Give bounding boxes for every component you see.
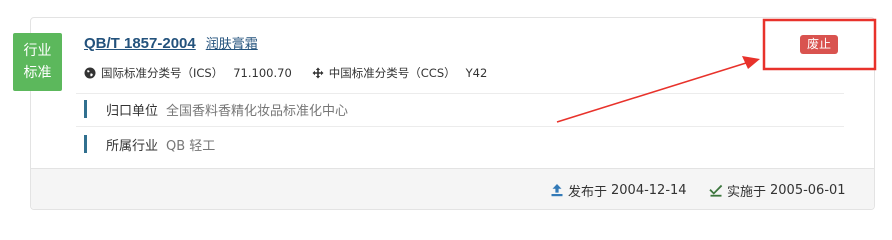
- status-badge-abolished: 废止: [800, 35, 839, 54]
- info-row-responsible-unit: 归口单位 全国香料香精化妆品标准化中心: [84, 99, 348, 119]
- badge-line-1: 行业: [23, 43, 52, 59]
- divider: [76, 126, 844, 127]
- info-accent-bar: [84, 100, 87, 118]
- standard-result-page: 行业 标准 QB/T 1857-2004 润肤膏霜 国际标准分类号（ICS） 7…: [0, 0, 892, 223]
- badge-line-2: 标准: [23, 65, 52, 81]
- standard-name-link[interactable]: 润肤膏霜: [206, 33, 258, 52]
- responsible-unit-value: 全国香料香精化妆品标准化中心: [166, 103, 349, 119]
- industry-label: 所属行业: [106, 138, 159, 154]
- move-arrows-icon: [312, 67, 324, 79]
- publish-date: 发布于 2004-12-14: [550, 180, 687, 200]
- divider: [76, 93, 844, 94]
- ics-value: 71.100.70: [233, 66, 292, 80]
- ics-label: 国际标准分类号（ICS）: [101, 66, 224, 80]
- industry-value: QB 轻工: [166, 138, 216, 154]
- ccs-value: Y42: [465, 66, 488, 80]
- check-icon: [709, 184, 723, 197]
- implement-label: 实施于: [727, 184, 767, 200]
- globe-icon: [84, 67, 96, 79]
- info-accent-bar: [84, 135, 87, 153]
- responsible-unit-label: 归口单位: [106, 103, 159, 119]
- info-row-industry: 所属行业 QB 轻工: [84, 134, 215, 154]
- upload-icon: [551, 184, 563, 197]
- industry-standard-badge: 行业 标准: [13, 33, 62, 91]
- ccs-label: 中国标准分类号（CCS）: [328, 66, 456, 80]
- publish-label: 发布于: [568, 184, 608, 200]
- implement-date: 实施于 2005-06-01: [709, 180, 846, 200]
- standard-title: QB/T 1857-2004 润肤膏霜: [84, 33, 258, 53]
- standard-code-link[interactable]: QB/T 1857-2004: [84, 35, 196, 52]
- classification-row: 国际标准分类号（ICS） 71.100.70 中国标准分类号（CCS） Y42: [84, 64, 487, 82]
- implement-date-value: 2005-06-01: [770, 182, 846, 198]
- publish-date-value: 2004-12-14: [611, 182, 687, 198]
